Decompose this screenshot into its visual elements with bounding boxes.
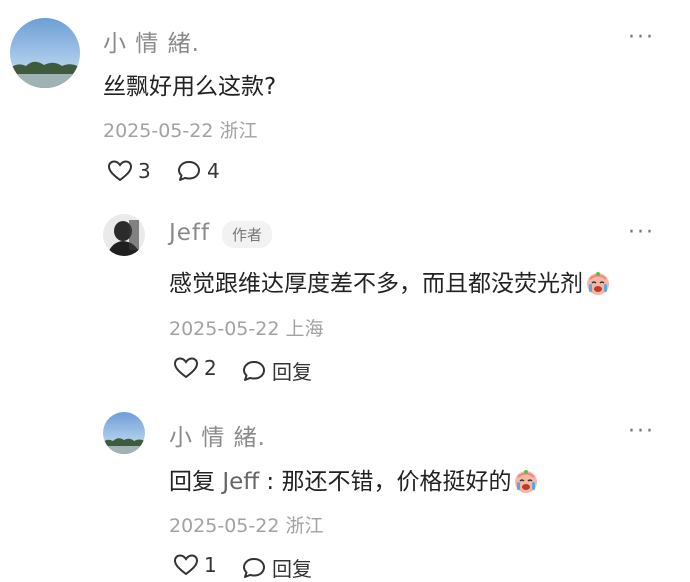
reply-button[interactable]: 回复	[241, 356, 312, 385]
reply-author[interactable]: 小 情 緒.	[169, 418, 266, 452]
reply-text-content: : 那还不错，价格挺好的	[266, 469, 512, 495]
reply-meta: 2025-05-22 上海	[169, 318, 324, 340]
comment-text: 丝飘好用么这款?	[103, 74, 277, 100]
reply-to-user-link[interactable]: Jeff	[222, 469, 259, 495]
chat-bubble-icon	[243, 360, 265, 381]
like-count: 2	[204, 356, 217, 380]
avatar[interactable]	[103, 412, 145, 454]
like-count: 3	[138, 159, 151, 183]
like-button[interactable]: 3	[107, 159, 151, 183]
like-button[interactable]: 2	[173, 356, 217, 380]
heart-icon	[173, 554, 199, 576]
crying-face-emoji-icon	[515, 470, 538, 493]
reply-meta: 2025-05-22 浙江	[169, 515, 324, 537]
like-count: 1	[204, 553, 217, 577]
avatar-landscape-image	[103, 412, 145, 454]
reply-count-button[interactable]: 4	[176, 159, 220, 183]
reply-prefix: 回复	[169, 469, 215, 495]
avatar[interactable]	[10, 18, 80, 88]
avatar[interactable]	[103, 214, 145, 256]
avatar-landscape-image	[10, 18, 80, 88]
avatar-portrait-image	[103, 214, 145, 256]
crying-face-emoji-icon	[587, 272, 609, 295]
reply-text: 回复 Jeff : 那还不错，价格挺好的	[169, 462, 539, 496]
chat-bubble-icon	[178, 161, 200, 181]
more-options-icon[interactable]: ···	[628, 421, 655, 443]
reply-button-label: 回复	[272, 360, 312, 384]
comment-meta: 2025-05-22 浙江	[103, 120, 258, 142]
comment-author[interactable]: 小 情 緒.	[103, 24, 200, 58]
reply-author[interactable]: Jeff	[169, 220, 210, 246]
reply-text: 感觉跟维达厚度差不多，而且都没荧光剂	[169, 264, 611, 298]
more-options-icon[interactable]: ···	[628, 222, 655, 244]
heart-icon	[173, 357, 199, 379]
like-button[interactable]: 1	[173, 553, 217, 577]
reply-count: 4	[207, 159, 220, 183]
more-options-icon[interactable]: ···	[628, 27, 655, 49]
heart-icon	[107, 160, 133, 182]
reply-text-content: 感觉跟维达厚度差不多，而且都没荧光剂	[169, 271, 583, 297]
author-badge: 作者	[222, 221, 273, 248]
